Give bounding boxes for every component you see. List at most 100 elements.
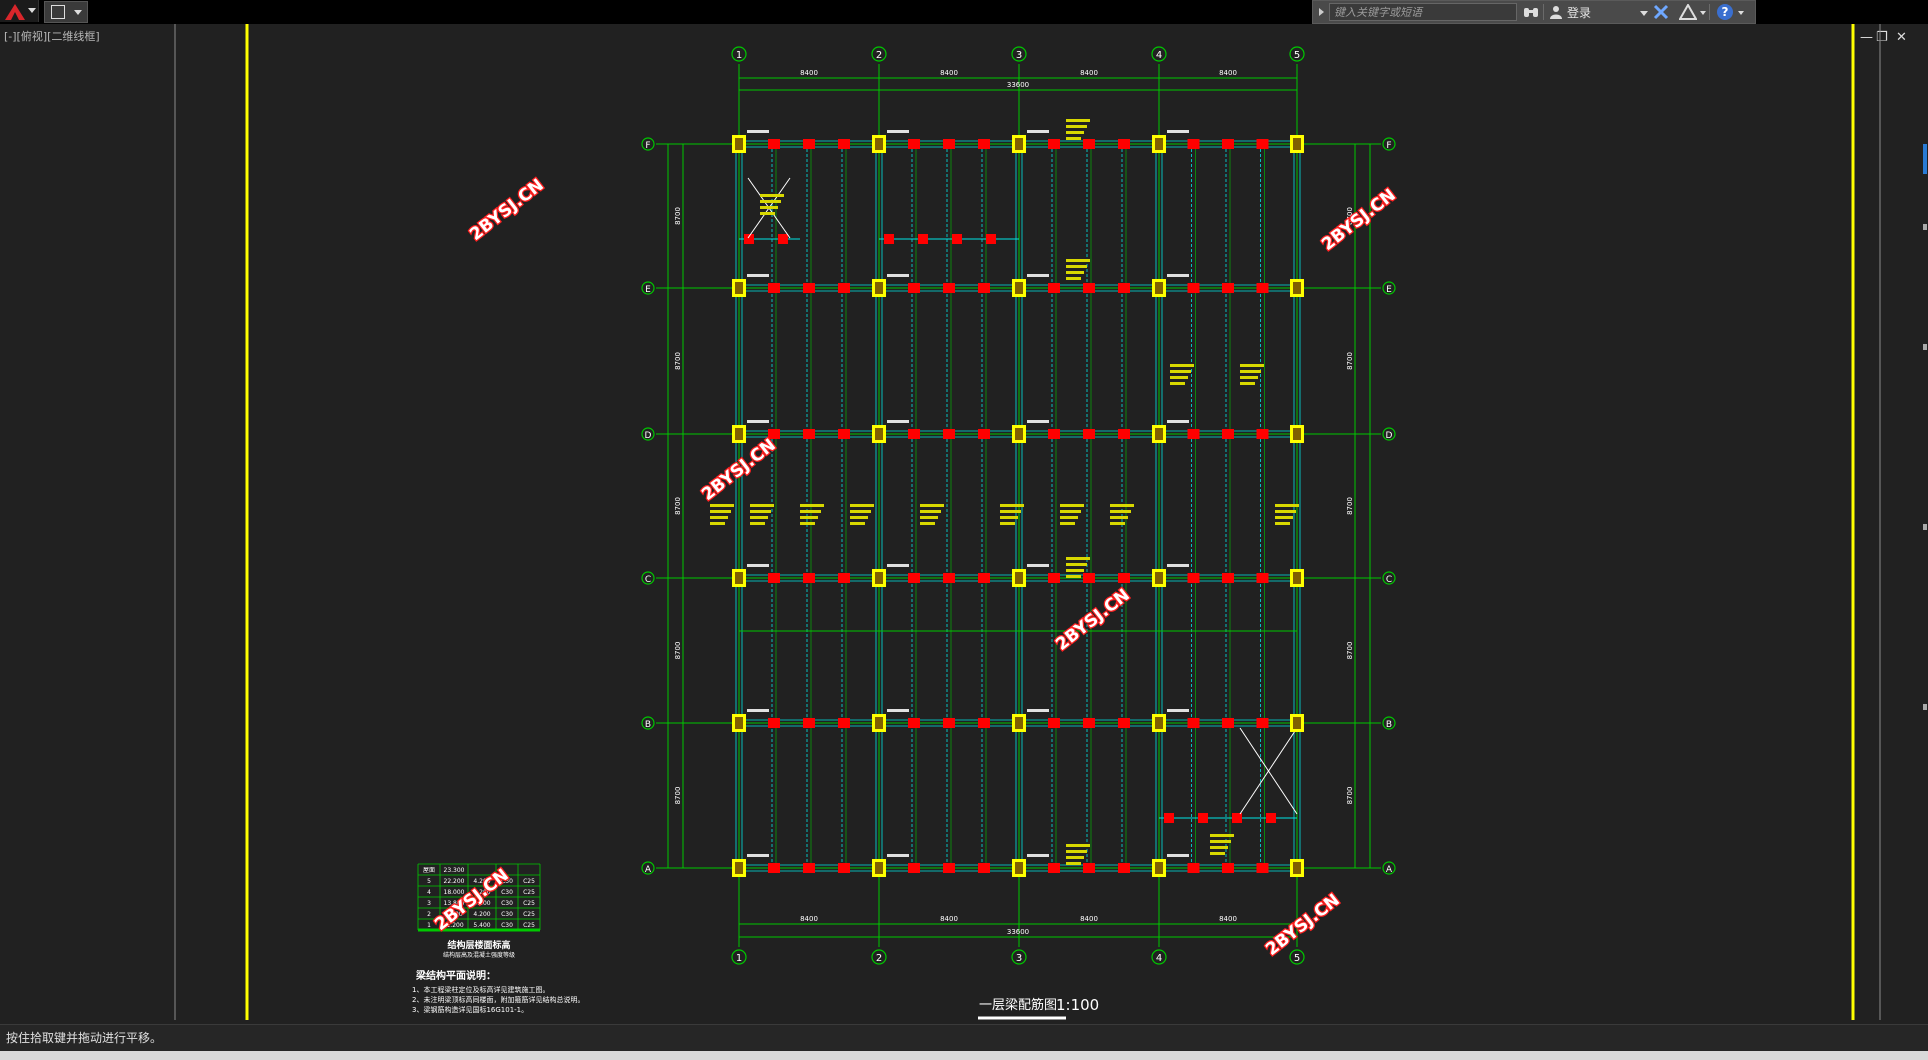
dimension-text: 8400 bbox=[940, 69, 958, 77]
help-icon[interactable]: ? bbox=[1717, 4, 1733, 20]
beam-annotation bbox=[1066, 862, 1081, 865]
column-core bbox=[735, 428, 743, 440]
dimension-text: 8700 bbox=[674, 207, 682, 225]
beam-annotation bbox=[800, 516, 818, 519]
binoculars-icon[interactable] bbox=[1523, 5, 1539, 19]
drawing-scale: 1:100 bbox=[1056, 996, 1099, 1014]
grid-label: E bbox=[645, 285, 651, 295]
note-line: 1、本工程梁柱定位及标高详见建筑施工图。 bbox=[412, 985, 549, 994]
autodesk-a360-icon[interactable] bbox=[1679, 4, 1697, 20]
beam-annotation bbox=[1240, 382, 1255, 385]
dimension-text: 8400 bbox=[1219, 915, 1237, 923]
exchange-apps-icon[interactable] bbox=[1653, 4, 1669, 20]
column-core bbox=[1015, 862, 1023, 874]
chevron-down-icon[interactable] bbox=[1640, 11, 1648, 16]
rebar-marker bbox=[1118, 429, 1130, 439]
rebar-marker bbox=[1118, 718, 1130, 728]
user-icon[interactable] bbox=[1549, 5, 1563, 19]
expand-arrow-icon[interactable] bbox=[1319, 8, 1324, 16]
rebar-marker bbox=[1222, 283, 1234, 293]
application-menu-button[interactable] bbox=[0, 0, 39, 22]
rebar-marker bbox=[908, 718, 920, 728]
beam-annotation bbox=[1066, 125, 1087, 128]
column-core bbox=[875, 428, 883, 440]
beam-annotation bbox=[1066, 563, 1087, 566]
floor-plan: 1 1 2 2 3 3 4 4 5 5 F F E E D D C C B B A A 8400 8400 8400 8400 33… bbox=[641, 46, 1396, 965]
table-cell: 3 bbox=[427, 900, 431, 907]
command-line[interactable]: 按住拾取键并拖动进行平移。 bbox=[0, 1024, 1928, 1051]
beam-annotation bbox=[1110, 522, 1125, 525]
dimension-text: 8700 bbox=[1346, 787, 1354, 805]
beam-annotation bbox=[1110, 516, 1128, 519]
beam-annotation bbox=[1066, 850, 1087, 853]
beam-annotation bbox=[850, 516, 868, 519]
rebar-marker bbox=[1222, 139, 1234, 149]
table-cell: 5 bbox=[427, 878, 431, 885]
rebar-marker bbox=[908, 139, 920, 149]
beam-label bbox=[1027, 420, 1049, 423]
beam-annotation bbox=[1060, 510, 1081, 513]
rebar-marker bbox=[1048, 429, 1060, 439]
beam-annotation bbox=[1000, 504, 1024, 507]
rebar-marker bbox=[1083, 573, 1095, 583]
rebar-marker bbox=[978, 139, 990, 149]
grid-label: 1 bbox=[736, 50, 742, 61]
rebar-marker bbox=[943, 863, 955, 873]
rebar-marker bbox=[1256, 718, 1269, 728]
grid-label: 5 bbox=[1294, 953, 1300, 964]
column-core bbox=[1155, 572, 1163, 584]
beam-annotation bbox=[1000, 516, 1018, 519]
dimension-text: 8700 bbox=[1346, 352, 1354, 370]
rebar-marker bbox=[803, 573, 815, 583]
rebar-marker bbox=[1164, 813, 1174, 823]
grid-label: C bbox=[1386, 575, 1392, 585]
column-core bbox=[1015, 282, 1023, 294]
side-scroll-marks[interactable] bbox=[1922, 144, 1928, 944]
rebar-marker bbox=[1256, 283, 1269, 293]
rebar-marker bbox=[1187, 283, 1200, 293]
table-cell: C30 bbox=[501, 922, 513, 929]
chevron-down-icon[interactable] bbox=[1700, 11, 1706, 15]
rebar-marker bbox=[1083, 429, 1095, 439]
rebar-marker bbox=[768, 139, 780, 149]
beam-annotation bbox=[1066, 265, 1087, 268]
rebar-marker bbox=[1256, 139, 1269, 149]
rebar-marker bbox=[778, 234, 788, 244]
rebar-marker bbox=[1266, 813, 1276, 823]
rebar-marker bbox=[908, 429, 920, 439]
beam-label bbox=[887, 564, 909, 567]
column-core bbox=[735, 717, 743, 729]
grid-label: 1 bbox=[736, 953, 742, 964]
dimension-text: 8400 bbox=[940, 915, 958, 923]
beam-annotation bbox=[850, 522, 865, 525]
table-cell: C25 bbox=[523, 889, 535, 896]
table-cell: 5.400 bbox=[473, 922, 490, 929]
rebar-marker bbox=[1232, 813, 1242, 823]
chevron-down-icon bbox=[74, 10, 82, 15]
column-core bbox=[1293, 428, 1301, 440]
beam-label bbox=[747, 420, 769, 423]
column-core bbox=[735, 572, 743, 584]
sign-in-button[interactable]: 登录 bbox=[1567, 4, 1591, 21]
search-input[interactable]: 键入关键字或短语 bbox=[1329, 3, 1517, 21]
beam-label bbox=[1027, 130, 1049, 133]
beam-annotation bbox=[850, 510, 871, 513]
drawing-viewport[interactable]: [-][俯视][二维线框] — ❐ ✕ 1122334455FFEEDDCCBB… bbox=[0, 24, 1928, 1024]
beam-annotation bbox=[710, 516, 728, 519]
rebar-marker bbox=[838, 139, 850, 149]
rebar-marker bbox=[803, 863, 815, 873]
rebar-marker bbox=[1187, 573, 1200, 583]
table-cell: 4.200 bbox=[473, 911, 490, 918]
beam-label bbox=[887, 709, 909, 712]
rebar-marker bbox=[1118, 283, 1130, 293]
chevron-down-icon[interactable] bbox=[1738, 11, 1744, 15]
beam-annotation bbox=[1170, 376, 1188, 379]
table-cell: C30 bbox=[501, 900, 513, 907]
beam-annotation bbox=[800, 522, 815, 525]
workspace-icon bbox=[51, 5, 65, 19]
beam-label bbox=[1167, 564, 1189, 567]
quick-access-toolbar[interactable] bbox=[44, 1, 88, 23]
dimension-text: 8700 bbox=[674, 642, 682, 660]
beam-annotation bbox=[1000, 510, 1021, 513]
table-cell: 4 bbox=[427, 889, 431, 896]
